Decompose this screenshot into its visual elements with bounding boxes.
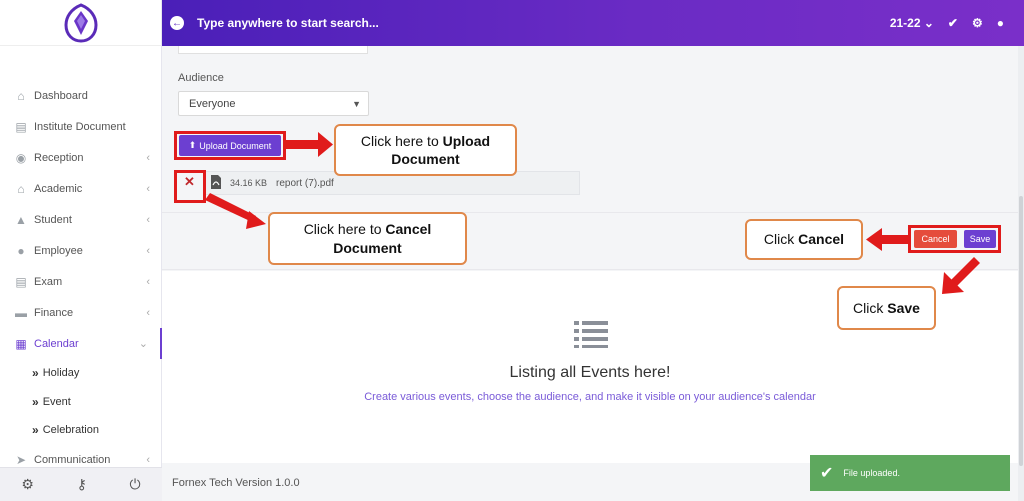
empty-state-title: Listing all Events here! bbox=[509, 364, 671, 381]
sidebar-item-label: Reception bbox=[34, 151, 84, 164]
session-selector[interactable]: 21-22 ⌄ bbox=[890, 16, 934, 30]
sidebar-item-label: Exam bbox=[34, 275, 63, 288]
sidebar: ⌂ Dashboard ▤ Institute Document ◉ Recep… bbox=[0, 0, 162, 501]
session-label: 21-22 bbox=[889, 16, 921, 30]
sidebar-subitem-label: Celebration bbox=[42, 424, 99, 437]
sidebar-item-label: Student bbox=[34, 213, 72, 226]
key-icon[interactable]: ⚷ bbox=[77, 476, 87, 493]
power-icon[interactable]: ⏻ bbox=[130, 476, 141, 493]
check-icon: ✔ bbox=[820, 465, 834, 482]
sidebar-item-label: Dashboard bbox=[34, 89, 88, 102]
callout-cancel: Click Cancel bbox=[745, 219, 863, 260]
sidebar-item-employee[interactable]: ● Employee ‹ bbox=[0, 235, 162, 266]
scrollbar[interactable] bbox=[1018, 46, 1024, 501]
sidebar-item-reception[interactable]: ◉ Reception ‹ bbox=[0, 142, 162, 173]
sidebar-item-calendar[interactable]: ▦ Calendar ⌄ bbox=[0, 328, 162, 359]
file-size: 34.16 KB bbox=[230, 178, 268, 188]
chevron-down-icon: ▼ bbox=[352, 98, 361, 109]
send-icon: ➤ bbox=[15, 453, 27, 467]
callout-cancel-document: Click here to Cancel Document bbox=[268, 212, 467, 265]
top-bar-actions: 21-22 ⌄ ✔ ⚙ ● bbox=[890, 16, 1004, 30]
audience-value: Everyone bbox=[189, 97, 236, 110]
graduation-cap-icon: ▲ bbox=[15, 212, 27, 227]
money-icon: ▬ bbox=[15, 305, 27, 320]
file-icon: ▤ bbox=[15, 119, 27, 134]
version-footer: Fornex Tech Version 1.0.0 bbox=[172, 477, 300, 489]
sidebar-item-dashboard[interactable]: ⌂ Dashboard bbox=[0, 80, 162, 111]
sidebar-item-student[interactable]: ▲ Student ‹ bbox=[0, 204, 162, 235]
chevron-left-icon: ‹ bbox=[146, 244, 150, 257]
sidebar-subitem-label: Event bbox=[42, 395, 71, 408]
double-chevron-right-icon: » bbox=[32, 394, 39, 409]
sidebar-subitem-event[interactable]: » Event bbox=[0, 388, 162, 417]
form-field-stub bbox=[178, 46, 368, 54]
callout-save: Click Save bbox=[837, 286, 936, 330]
chevron-left-icon: ‹ bbox=[146, 275, 150, 288]
back-arrow-icon[interactable]: ← bbox=[170, 16, 184, 30]
sidebar-item-label: Calendar bbox=[34, 337, 79, 350]
save-button[interactable]: Save bbox=[964, 230, 996, 248]
sidebar-item-academic[interactable]: ⌂ Academic ‹ bbox=[0, 173, 162, 204]
toast-message: File uploaded. bbox=[843, 468, 900, 478]
calendar-icon: ▦ bbox=[15, 336, 27, 351]
file-name[interactable]: report (7).pdf bbox=[276, 178, 334, 189]
sidebar-item-institute-document[interactable]: ▤ Institute Document bbox=[0, 111, 162, 142]
sidebar-item-exam[interactable]: ▤ Exam ‹ bbox=[0, 266, 162, 297]
cancel-button[interactable]: Cancel bbox=[914, 230, 957, 248]
sidebar-subitem-label: Holiday bbox=[42, 367, 80, 380]
double-chevron-right-icon: » bbox=[32, 423, 39, 438]
sidebar-item-label: Finance bbox=[34, 306, 74, 319]
sidebar-footer: ⚙ ⚷ ⏻ bbox=[0, 467, 162, 501]
search-input[interactable]: Type anywhere to start search... bbox=[197, 16, 379, 30]
scrollbar-thumb[interactable] bbox=[1019, 196, 1023, 466]
brand-logo-icon bbox=[63, 2, 98, 43]
top-bar: ← Type anywhere to start search... 21-22… bbox=[162, 0, 1024, 46]
sidebar-subitem-holiday[interactable]: » Holiday bbox=[0, 359, 162, 388]
audience-label: Audience bbox=[178, 72, 224, 84]
callout-upload-document: Click here to Upload Document bbox=[334, 124, 517, 176]
user-icon[interactable]: ● bbox=[997, 16, 1004, 30]
cogs-icon[interactable]: ⚙ bbox=[972, 16, 983, 30]
chevron-left-icon: ‹ bbox=[146, 306, 150, 319]
sidebar-item-label: Academic bbox=[34, 182, 83, 195]
settings-icon[interactable]: ⚙ bbox=[21, 476, 34, 493]
upload-icon: ⬆ bbox=[188, 140, 197, 150]
school-icon: ⌂ bbox=[17, 181, 25, 196]
chevron-left-icon: ‹ bbox=[146, 151, 150, 164]
user-circle-icon: ◉ bbox=[15, 150, 27, 165]
chevron-left-icon: ‹ bbox=[146, 213, 150, 226]
sidebar-subitem-celebration[interactable]: » Celebration bbox=[0, 416, 162, 445]
list-icon bbox=[574, 321, 608, 348]
check-circle-icon[interactable]: ✔ bbox=[948, 16, 958, 30]
sidebar-nav: ⌂ Dashboard ▤ Institute Document ◉ Recep… bbox=[0, 80, 162, 476]
user-icon: ● bbox=[17, 243, 25, 258]
upload-button-label: Upload Document bbox=[199, 140, 272, 151]
upload-document-button[interactable]: ⬆ Upload Document bbox=[179, 135, 281, 156]
chevron-left-icon: ‹ bbox=[146, 454, 150, 466]
double-chevron-right-icon: » bbox=[32, 366, 39, 381]
audience-select[interactable]: Everyone ▼ bbox=[178, 91, 369, 116]
file-text-icon: ▤ bbox=[15, 274, 27, 289]
home-icon: ⌂ bbox=[17, 88, 25, 103]
sidebar-item-label: Employee bbox=[34, 244, 83, 257]
remove-file-icon[interactable]: ✕ bbox=[184, 174, 195, 190]
pdf-file-icon bbox=[210, 174, 222, 192]
sidebar-item-label: Institute Document bbox=[34, 120, 126, 133]
toast-notification: ✔ File uploaded. bbox=[810, 455, 1010, 491]
sidebar-item-label: Communication bbox=[34, 454, 111, 466]
logo[interactable] bbox=[0, 0, 161, 46]
sidebar-item-finance[interactable]: ▬ Finance ‹ bbox=[0, 297, 162, 328]
chevron-left-icon: ‹ bbox=[146, 182, 150, 195]
empty-state-subtitle: Create various events, choose the audien… bbox=[364, 391, 816, 403]
main-content: Audience Everyone ▼ ⬆ Upload Document 34… bbox=[162, 46, 1018, 501]
chevron-down-icon: ⌄ bbox=[138, 338, 148, 350]
